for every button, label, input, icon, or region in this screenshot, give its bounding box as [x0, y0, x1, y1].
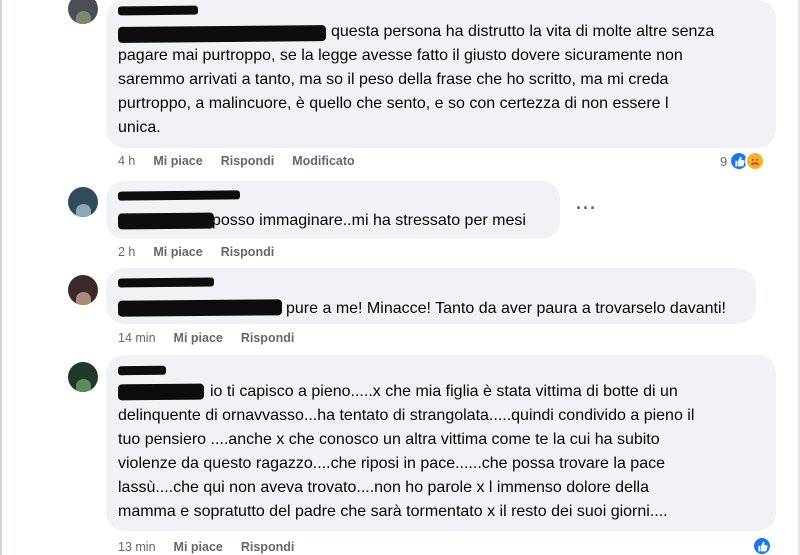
like-button[interactable]: Mi piace	[153, 154, 202, 168]
redacted-author-name	[117, 277, 215, 288]
reply-button[interactable]: Rispondi	[241, 540, 294, 554]
comment-text: io ti capisco a pieno.....x che mia figl…	[118, 383, 695, 520]
redacted-author-name	[117, 5, 199, 16]
comment-actions: 13 min Mi piace Rispondi	[118, 540, 312, 554]
comment-timestamp[interactable]: 13 min	[118, 540, 156, 554]
redacted-author-name	[117, 190, 241, 201]
redacted-author-name	[117, 365, 167, 376]
comment-actions: 14 min Mi piace Rispondi	[118, 331, 312, 345]
like-button[interactable]: Mi piace	[153, 245, 202, 259]
thumbs-up-icon	[752, 536, 772, 555]
comment-actions: 2 h Mi piace Rispondi	[118, 245, 292, 259]
redacted-mention	[117, 212, 215, 230]
edited-label[interactable]: Modificato	[292, 154, 355, 168]
care-emoji-icon	[745, 151, 766, 171]
reply-button[interactable]: Rispondi	[221, 245, 274, 259]
commenter-avatar[interactable]	[68, 0, 98, 24]
commenter-avatar[interactable]	[68, 187, 98, 217]
comment-timestamp[interactable]: 4 h	[118, 154, 135, 168]
comment-text: pure a me! Minacce! Tanto da aver paura …	[286, 300, 726, 317]
reactions-summary[interactable]	[752, 536, 772, 555]
reply-button[interactable]: Rispondi	[221, 154, 274, 168]
comment-actions: 4 h Mi piace Rispondi Modificato	[118, 154, 373, 168]
comment-timestamp[interactable]: 2 h	[118, 245, 135, 259]
comment-text: posso immaginare..mi ha stressato per me…	[212, 212, 526, 229]
reactions-summary[interactable]: 9	[720, 151, 766, 171]
comment-text: questa persona ha distrutto la vita di m…	[118, 23, 715, 136]
commenter-avatar[interactable]	[68, 275, 98, 305]
left-border	[0, 0, 2, 555]
more-options-icon[interactable]: ···	[576, 198, 597, 219]
redacted-mention	[117, 299, 283, 317]
like-button[interactable]: Mi piace	[174, 540, 223, 554]
reply-button[interactable]: Rispondi	[241, 331, 294, 345]
like-button[interactable]: Mi piace	[174, 331, 223, 345]
reaction-count: 9	[720, 153, 728, 169]
commenter-avatar[interactable]	[68, 362, 98, 392]
comment-timestamp[interactable]: 14 min	[118, 331, 156, 345]
